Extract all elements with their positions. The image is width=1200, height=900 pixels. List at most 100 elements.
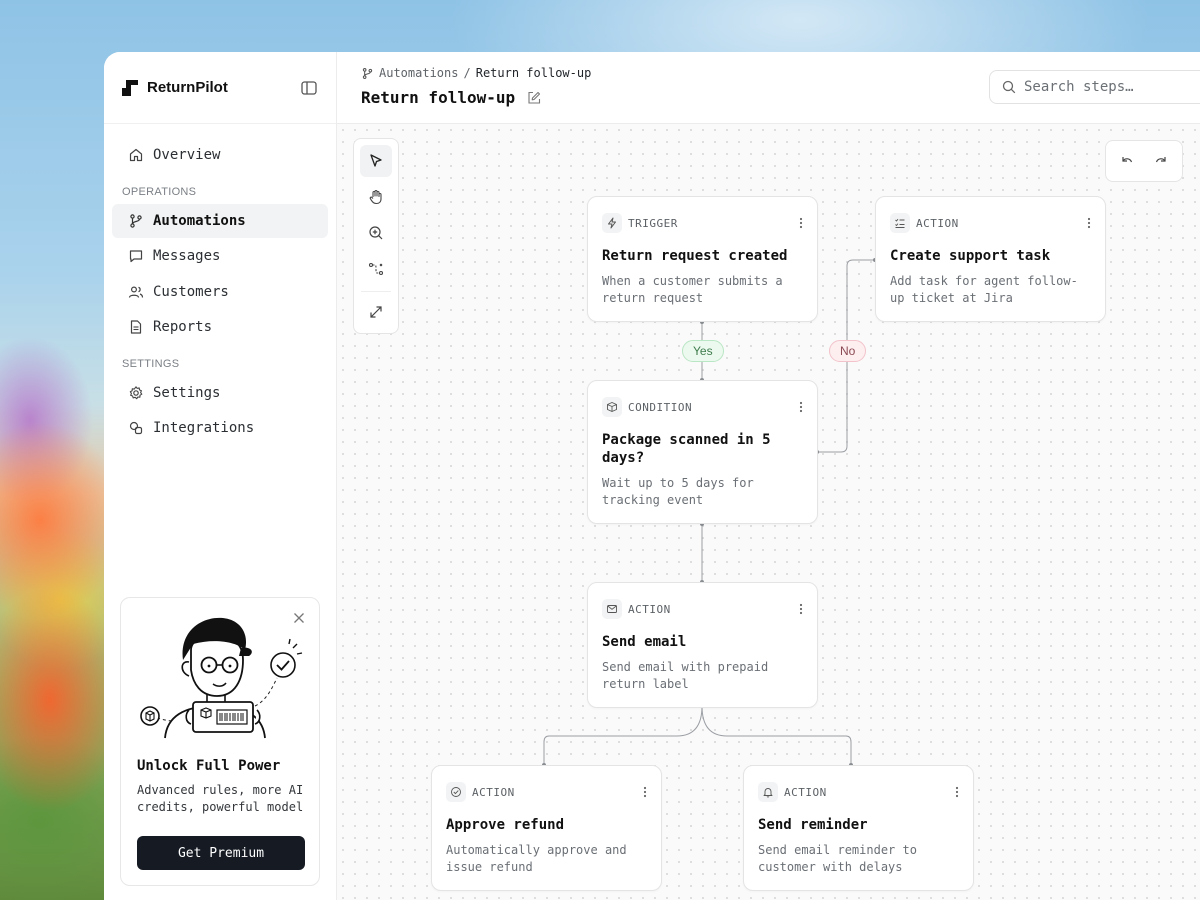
more-vertical-icon[interactable] — [1087, 217, 1091, 229]
expand-icon — [370, 306, 382, 318]
cursor-icon — [370, 154, 382, 167]
package-icon — [602, 397, 622, 417]
branch-icon — [362, 67, 373, 79]
sidebar-item-integrations[interactable]: Integrations — [112, 411, 328, 445]
flow-node-send-email[interactable]: ACTION Send email Send email with prepai… — [587, 582, 818, 708]
page-title: Return follow-up — [361, 88, 541, 107]
sidebar-item-label: Settings — [153, 384, 221, 401]
edit-icon[interactable] — [527, 91, 541, 105]
section-heading-operations: OPERATIONS — [122, 185, 197, 198]
workflow-canvas[interactable]: TRIGGER Return request created When a cu… — [337, 124, 1200, 900]
bell-icon — [758, 782, 778, 802]
app-window: ReturnPilot Overview OPERATIONS Automati… — [104, 52, 1200, 900]
sidebar-item-label: Messages — [153, 248, 221, 264]
node-description: Automatically approve and issue refund — [446, 843, 627, 874]
node-type: ACTION — [472, 785, 515, 799]
promo-text: Advanced rules, more AI credits, powerfu… — [137, 783, 304, 814]
node-description: When a customer submits a return request — [602, 274, 783, 305]
canvas-toolbar — [353, 138, 399, 334]
users-icon — [128, 285, 144, 298]
breadcrumb: Automations / Return follow-up — [361, 66, 591, 80]
zoom-in-tool[interactable] — [360, 217, 392, 249]
search-icon — [1002, 80, 1016, 94]
more-vertical-icon[interactable] — [643, 786, 647, 798]
sidebar-item-overview[interactable]: Overview — [112, 138, 328, 172]
node-title: Return request created — [602, 248, 788, 264]
connector-icon — [368, 262, 384, 276]
hand-icon — [369, 189, 382, 205]
pan-tool[interactable] — [360, 181, 392, 213]
courier-illustration — [140, 617, 303, 739]
brand: ReturnPilot — [104, 52, 336, 124]
node-type: CONDITION — [628, 400, 693, 414]
topbar: Automations / Return follow-up Return fo… — [337, 52, 1200, 124]
message-icon — [129, 250, 143, 263]
sidebar-item-messages[interactable]: Messages — [112, 239, 328, 273]
mail-icon — [602, 599, 622, 619]
sidebar-item-label: Customers — [153, 283, 229, 300]
node-type: ACTION — [628, 602, 671, 616]
branch-icon — [130, 213, 142, 228]
history-controls — [1105, 140, 1183, 182]
get-premium-button[interactable]: Get Premium — [137, 836, 305, 870]
node-title: Approve refund — [446, 817, 565, 833]
flow-node-create-support-task[interactable]: ACTION Create support task Add task for … — [875, 196, 1106, 322]
sidebar-item-automations[interactable]: Automations — [112, 203, 328, 238]
section-heading-settings: SETTINGS — [122, 357, 180, 370]
connector-tool[interactable] — [360, 253, 392, 285]
node-description: Send email reminder to customer with del… — [758, 843, 917, 874]
lightning-icon — [602, 213, 622, 233]
sidebar-item-label: Reports — [153, 319, 213, 335]
brand-name: ReturnPilot — [147, 79, 228, 96]
zoom-in-icon — [369, 226, 383, 240]
report-icon — [130, 320, 142, 334]
sidebar-item-settings[interactable]: Settings — [112, 376, 328, 410]
node-description: Add task for agent follow-up ticket at J… — [890, 274, 1078, 305]
returnpilot-logo-icon — [122, 79, 138, 96]
promo-title: Unlock Full Power — [137, 758, 281, 774]
search-input[interactable] — [1024, 79, 1194, 95]
main-area: Automations / Return follow-up Return fo… — [337, 52, 1200, 900]
sidebar-item-reports[interactable]: Reports — [112, 310, 328, 344]
select-tool[interactable] — [360, 145, 392, 177]
node-title: Package scanned in 5 days? — [602, 432, 771, 466]
gear-icon — [129, 385, 143, 399]
sidebar-item-customers[interactable]: Customers — [112, 275, 328, 309]
more-vertical-icon[interactable] — [955, 786, 959, 798]
sidebar-item-label: Automations — [153, 212, 246, 229]
sidebar: ReturnPilot Overview OPERATIONS Automati… — [104, 52, 337, 900]
node-description: Send email with prepaid return label — [602, 660, 769, 691]
branch-label-no: No — [829, 340, 867, 362]
node-type: ACTION — [784, 785, 827, 799]
flow-node-approve-refund[interactable]: ACTION Approve refund Automatically appr… — [431, 765, 662, 891]
sidebar-item-label: Overview — [153, 147, 221, 163]
home-icon — [129, 148, 143, 162]
more-vertical-icon[interactable] — [799, 217, 803, 229]
node-title: Create support task — [890, 248, 1051, 264]
branch-label-yes: Yes — [682, 340, 724, 362]
sidebar-nav: Overview OPERATIONS Automations Messages… — [104, 124, 336, 461]
premium-promo-card: Unlock Full Power Advanced rules, more A… — [120, 597, 320, 886]
node-type: TRIGGER — [628, 216, 678, 230]
node-title: Send email — [602, 634, 687, 650]
node-type: ACTION — [916, 216, 959, 230]
flow-node-send-reminder[interactable]: ACTION Send reminder Send email reminder… — [743, 765, 974, 891]
search-box[interactable] — [989, 70, 1200, 104]
sidebar-item-label: Integrations — [153, 420, 255, 436]
fit-view-tool[interactable] — [360, 296, 392, 328]
breadcrumb-separator: / — [463, 66, 471, 80]
node-title: Send reminder — [758, 817, 868, 833]
breadcrumb-current: Return follow-up — [475, 66, 592, 80]
checklist-icon — [890, 213, 910, 233]
page-title-text: Return follow-up — [361, 88, 516, 107]
check-circle-icon — [446, 782, 466, 802]
more-vertical-icon[interactable] — [799, 603, 803, 615]
undo-icon[interactable] — [1119, 153, 1135, 169]
flow-node-trigger[interactable]: TRIGGER Return request created When a cu… — [587, 196, 818, 322]
sidebar-toggle-icon[interactable] — [300, 79, 318, 97]
redo-icon[interactable] — [1153, 153, 1169, 169]
toolbar-divider — [361, 291, 391, 292]
more-vertical-icon[interactable] — [799, 401, 803, 413]
flow-node-condition[interactable]: CONDITION Package scanned in 5 days? Wai… — [587, 380, 818, 524]
breadcrumb-automations-link[interactable]: Automations — [379, 66, 458, 80]
